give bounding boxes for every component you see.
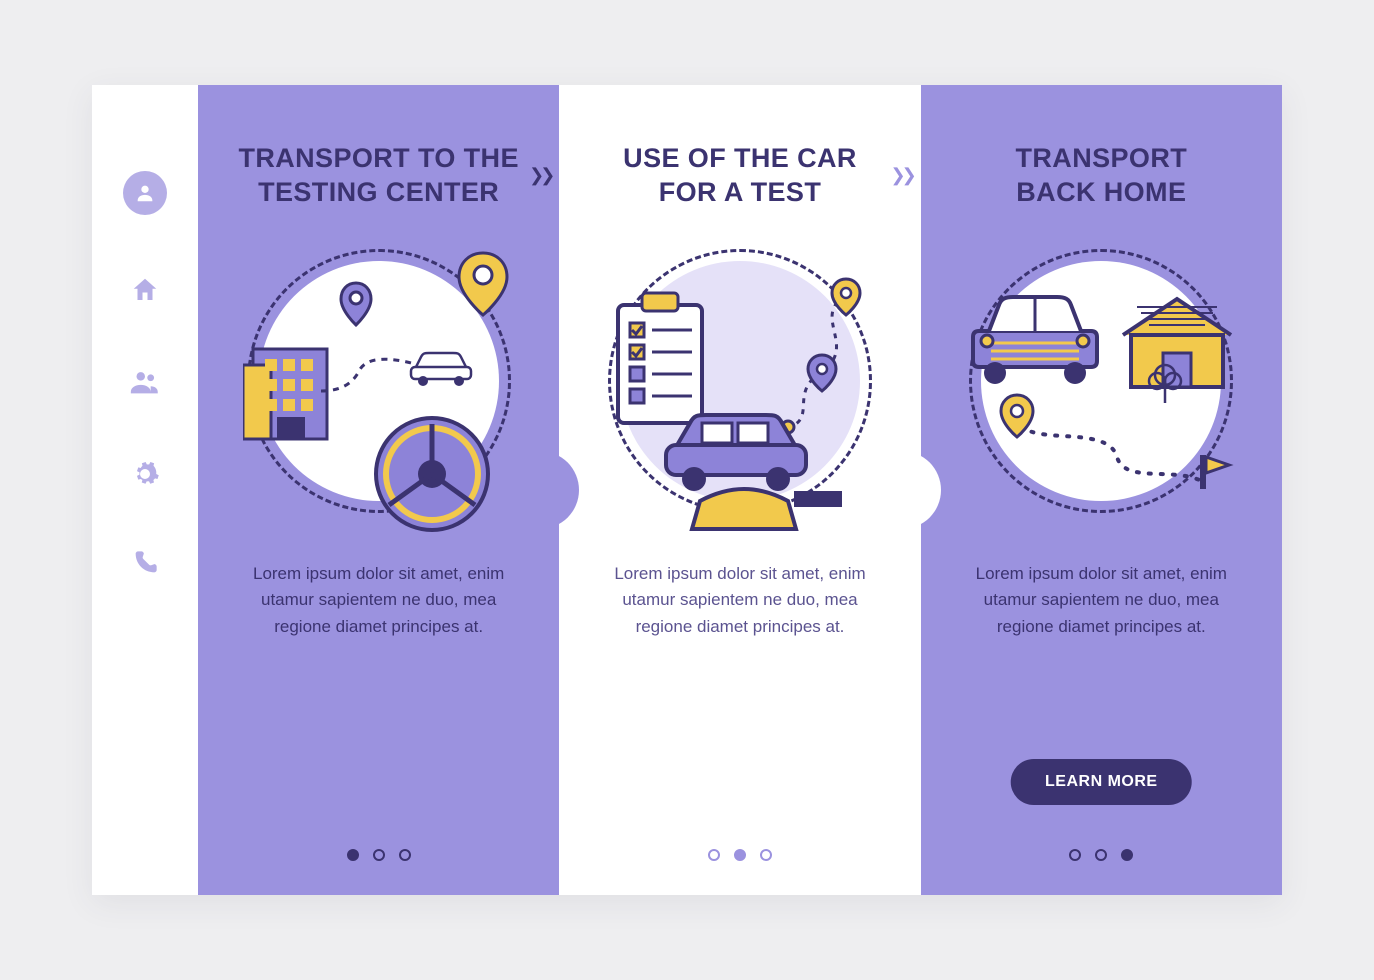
- panel-body: Lorem ipsum dolor sit amet, enim utamur …: [961, 561, 1241, 640]
- panel-transport-back-home: TRANSPORT BACK HOME: [921, 85, 1282, 895]
- onboarding-panels: ❯❯ TRANSPORT TO THE TESTING CENTER: [198, 85, 1282, 895]
- dot-2[interactable]: [734, 849, 746, 861]
- pagination-dots: [708, 849, 772, 861]
- panel-body: Lorem ipsum dolor sit amet, enim utamur …: [239, 561, 519, 640]
- panel-transport-to-center: ❯❯ TRANSPORT TO THE TESTING CENTER: [198, 85, 559, 895]
- dot-3[interactable]: [399, 849, 411, 861]
- dot-2[interactable]: [1095, 849, 1107, 861]
- settings-icon[interactable]: [130, 459, 160, 489]
- illustration-back-home: [961, 241, 1241, 521]
- illustration-testing-center: [239, 241, 519, 521]
- learn-more-button[interactable]: LEARN MORE: [1011, 759, 1192, 805]
- illustration-car-test: [600, 241, 880, 521]
- profile-icon[interactable]: [123, 171, 167, 215]
- group-icon[interactable]: [128, 365, 162, 399]
- panel-title: TRANSPORT BACK HOME: [1016, 141, 1188, 211]
- pagination-dots: [347, 849, 411, 861]
- home-icon[interactable]: [130, 275, 160, 305]
- sidebar: [92, 85, 198, 895]
- chevron-right-icon: ❯❯: [529, 165, 551, 186]
- dot-3[interactable]: [1121, 849, 1133, 861]
- dot-3[interactable]: [760, 849, 772, 861]
- phone-icon[interactable]: [131, 549, 159, 577]
- dot-1[interactable]: [708, 849, 720, 861]
- dot-1[interactable]: [347, 849, 359, 861]
- dot-1[interactable]: [1069, 849, 1081, 861]
- panel-use-car-for-test: ❯❯ USE OF THE CAR FOR A TEST: [559, 85, 920, 895]
- pagination-dots: [1069, 849, 1133, 861]
- chevron-right-icon: ❯❯: [890, 165, 912, 186]
- panel-title: TRANSPORT TO THE TESTING CENTER: [238, 141, 518, 211]
- panel-body: Lorem ipsum dolor sit amet, enim utamur …: [600, 561, 880, 640]
- dot-2[interactable]: [373, 849, 385, 861]
- panel-title: USE OF THE CAR FOR A TEST: [623, 141, 857, 211]
- main-card: ❯❯ TRANSPORT TO THE TESTING CENTER: [92, 85, 1282, 895]
